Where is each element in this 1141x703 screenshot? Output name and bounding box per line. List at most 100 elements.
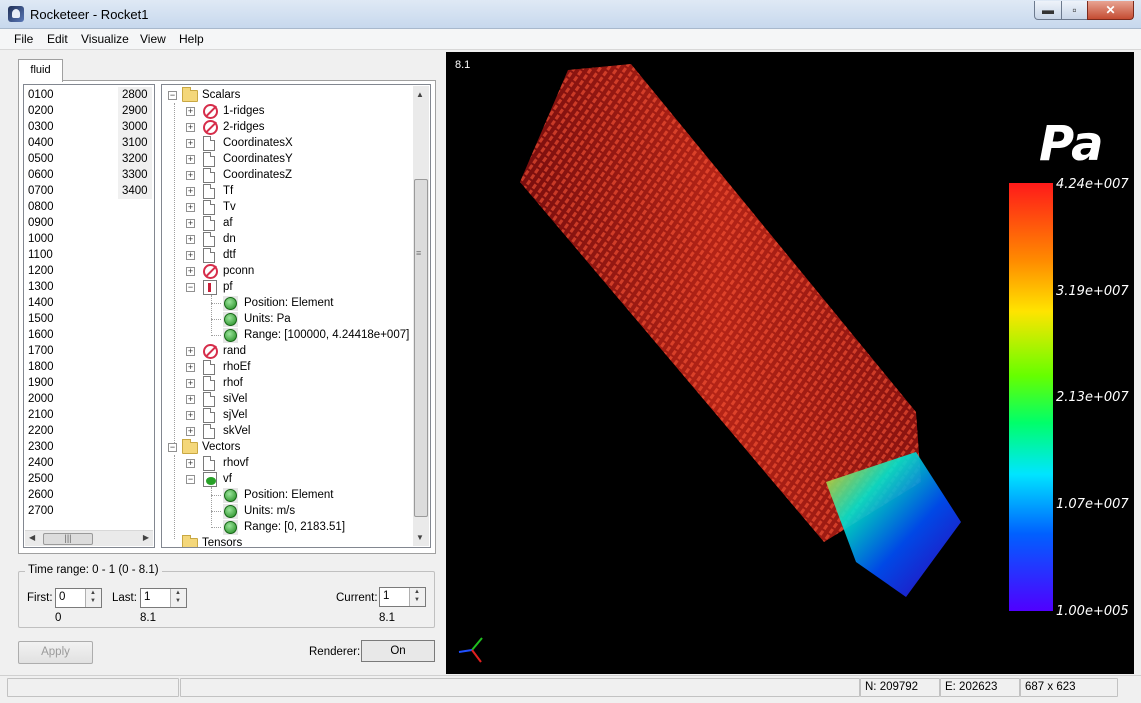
timestep-item[interactable]: 3000	[118, 119, 152, 135]
first-spinbox[interactable]: 0 ▲ ▼	[55, 588, 102, 608]
menu-file[interactable]: File	[14, 32, 33, 46]
timestep-item[interactable]: 2900	[118, 103, 152, 119]
maximize-button[interactable]: ▫	[1061, 1, 1088, 20]
expand-icon[interactable]: +	[186, 139, 195, 148]
apply-button[interactable]: Apply	[18, 641, 93, 664]
expand-icon[interactable]: +	[186, 203, 195, 212]
last-spinbox[interactable]: 1 ▲ ▼	[140, 588, 187, 608]
renderer-toggle[interactable]: On	[361, 640, 435, 662]
expand-icon[interactable]: +	[186, 411, 195, 420]
expand-icon[interactable]: +	[186, 187, 195, 196]
timestep-item[interactable]: 1700	[28, 343, 54, 359]
spin-down-icon[interactable]: ▼	[414, 597, 420, 603]
expand-icon[interactable]: +	[186, 427, 195, 436]
tree-node[interactable]: + dn	[162, 231, 412, 247]
timestep-item[interactable]: 0700	[28, 183, 54, 199]
expand-icon[interactable]: +	[186, 379, 195, 388]
tree-node[interactable]: + siVel	[162, 391, 412, 407]
timestep-item[interactable]: 1100	[28, 247, 54, 263]
expand-icon[interactable]: +	[186, 363, 195, 372]
timestep-item[interactable]: 1800	[28, 359, 54, 375]
current-spin-buttons[interactable]: ▲ ▼	[409, 588, 425, 606]
menu-help[interactable]: Help	[179, 32, 204, 46]
timestep-item[interactable]: 0900	[28, 215, 54, 231]
collapse-icon[interactable]: −	[186, 475, 195, 484]
menu-visualize[interactable]: Visualize	[81, 32, 129, 46]
timestep-item[interactable]: 1600	[28, 327, 54, 343]
expand-icon[interactable]: +	[186, 267, 195, 276]
expand-icon[interactable]: +	[186, 219, 195, 228]
timestep-item[interactable]: 2100	[28, 407, 54, 423]
menu-view[interactable]: View	[140, 32, 166, 46]
timestep-item[interactable]: 3300	[118, 167, 152, 183]
timestep-item[interactable]: 1000	[28, 231, 54, 247]
expand-icon[interactable]: +	[186, 235, 195, 244]
timestep-item[interactable]: 1200	[28, 263, 54, 279]
tree-node[interactable]: + sjVel	[162, 407, 412, 423]
timestep-item[interactable]: 2200	[28, 423, 54, 439]
timestep-list[interactable]: 0100 0200 0300 0400 0500 0600 0700 0800 0900 1000…	[23, 84, 155, 548]
timestep-item[interactable]: 1900	[28, 375, 54, 391]
tree-node[interactable]: + pconn	[162, 263, 412, 279]
tree-node[interactable]: Range: [100000, 4.24418e+007]	[162, 327, 412, 343]
expand-icon[interactable]: +	[186, 395, 195, 404]
tree-node[interactable]: Position: Element	[162, 487, 412, 503]
tree-node[interactable]: + skVel	[162, 423, 412, 439]
timestep-item[interactable]: 0100	[28, 87, 54, 103]
tree-node[interactable]: +1-ridges	[162, 103, 412, 119]
horizontal-scrollbar[interactable]: ◀ ||| ▶	[25, 530, 153, 546]
timestep-item[interactable]: 0600	[28, 167, 54, 183]
scroll-up-icon[interactable]: ▲	[416, 90, 424, 99]
current-spinbox[interactable]: 1 ▲ ▼	[379, 587, 426, 607]
tree-node[interactable]: Tensors	[162, 535, 412, 547]
expand-icon[interactable]: +	[186, 123, 195, 132]
last-spin-buttons[interactable]: ▲ ▼	[170, 589, 186, 607]
tree-node[interactable]: + Tv	[162, 199, 412, 215]
spin-down-icon[interactable]: ▼	[90, 598, 96, 604]
timestep-item[interactable]: 0200	[28, 103, 54, 119]
tree-node[interactable]: + CoordinatesX	[162, 135, 412, 151]
tree-node[interactable]: Units: Pa	[162, 311, 412, 327]
expand-icon[interactable]: +	[186, 347, 195, 356]
attribute-tree[interactable]: ▲ ≡ ▼ − Scalars +1-ridges +2-ridges + Coordin…	[161, 84, 431, 548]
timestep-item[interactable]: 2400	[28, 455, 54, 471]
tree-node[interactable]: + af	[162, 215, 412, 231]
timestep-item[interactable]: 2600	[28, 487, 54, 503]
timestep-item[interactable]: 3400	[118, 183, 152, 199]
expand-icon[interactable]: +	[186, 251, 195, 260]
render-viewport[interactable]: 8.1 Pa 4.24e+007 3.19e+007 2.13e+007 1.0…	[446, 52, 1134, 674]
timestep-item[interactable]: 2300	[28, 439, 54, 455]
spin-down-icon[interactable]: ▼	[175, 598, 181, 604]
tree-node[interactable]: + Tf	[162, 183, 412, 199]
scroll-right-icon[interactable]: ▶	[143, 533, 149, 542]
timestep-item[interactable]: 2800	[118, 87, 152, 103]
timestep-item[interactable]: 2000	[28, 391, 54, 407]
timestep-item[interactable]: 3100	[118, 135, 152, 151]
tree-node[interactable]: + rhof	[162, 375, 412, 391]
tree-node[interactable]: Range: [0, 2183.51]	[162, 519, 412, 535]
spin-up-icon[interactable]: ▲	[175, 590, 181, 596]
scroll-thumb[interactable]: |||	[43, 533, 93, 545]
tree-node[interactable]: Position: Element	[162, 295, 412, 311]
scroll-thumb[interactable]	[414, 179, 428, 517]
expand-icon[interactable]: +	[186, 107, 195, 116]
tree-node[interactable]: + CoordinatesZ	[162, 167, 412, 183]
timestep-item[interactable]: 1500	[28, 311, 54, 327]
tree-node[interactable]: − Scalars	[162, 87, 412, 103]
tree-node[interactable]: − vf	[162, 471, 412, 487]
vertical-scrollbar[interactable]: ▲ ≡ ▼	[413, 86, 429, 546]
close-button[interactable]: ✕	[1087, 1, 1134, 20]
expand-icon[interactable]: +	[186, 171, 195, 180]
tree-node[interactable]: − pf	[162, 279, 412, 295]
timestep-item[interactable]: 2500	[28, 471, 54, 487]
timestep-item[interactable]: 3200	[118, 151, 152, 167]
tree-node[interactable]: + CoordinatesY	[162, 151, 412, 167]
timestep-item[interactable]: 0400	[28, 135, 54, 151]
scroll-down-icon[interactable]: ▼	[416, 533, 424, 542]
tab-fluid[interactable]: fluid	[18, 59, 63, 82]
spin-up-icon[interactable]: ▲	[90, 590, 96, 596]
first-spin-buttons[interactable]: ▲ ▼	[85, 589, 101, 607]
tree-node[interactable]: Units: m/s	[162, 503, 412, 519]
tree-node[interactable]: +2-ridges	[162, 119, 412, 135]
timestep-item[interactable]: 1300	[28, 279, 54, 295]
